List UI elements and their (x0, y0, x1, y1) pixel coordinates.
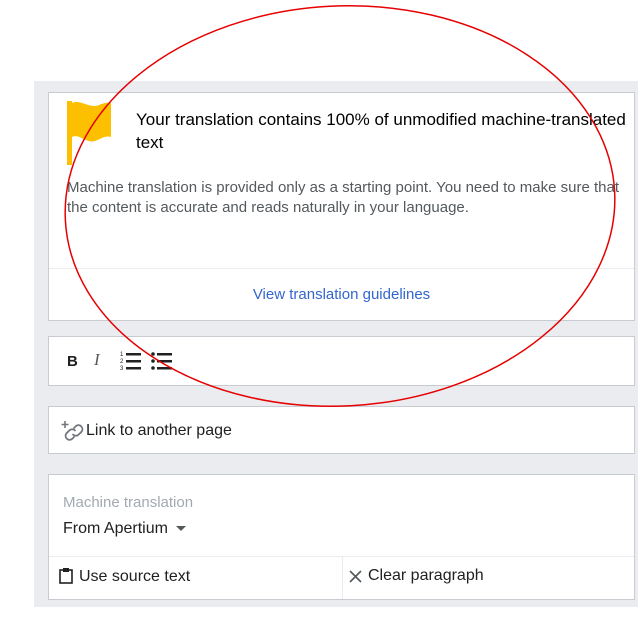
add-link-icon (61, 421, 84, 441)
view-guidelines-link[interactable]: View translation guidelines (49, 286, 634, 303)
use-source-text-button[interactable]: Use source text (59, 567, 190, 586)
mt-section-label: Machine translation (63, 494, 194, 511)
warning-body: Machine translation is provided only as … (67, 179, 620, 216)
clear-paragraph-label: Clear paragraph (368, 567, 484, 584)
chevron-down-icon (175, 526, 186, 532)
link-tool-card[interactable]: Link to another page (48, 406, 635, 454)
mt-vertical-divider (342, 556, 343, 599)
warning-divider (49, 268, 634, 269)
warning-title: Your translation contains 100% of unmodi… (136, 110, 626, 152)
flag-icon (67, 101, 111, 165)
clear-paragraph-button[interactable]: Clear paragraph (349, 567, 484, 585)
use-source-text-label: Use source text (79, 568, 191, 585)
formatting-toolbar: B I 1 2 3 (48, 336, 635, 386)
mt-provider-dropdown[interactable]: From Apertium (63, 520, 186, 538)
bold-icon[interactable]: B (67, 353, 78, 370)
numbered-list-icon[interactable]: 1 2 3 (120, 350, 142, 372)
mt-provider-label: From Apertium (63, 520, 168, 537)
clipboard-icon (59, 568, 73, 584)
svg-text:3: 3 (120, 366, 124, 372)
machine-translation-card: Machine translation From Apertium Use so… (48, 474, 635, 600)
close-icon (349, 570, 362, 583)
svg-text:2: 2 (120, 359, 124, 365)
link-to-page-label[interactable]: Link to another page (86, 422, 232, 440)
italic-icon[interactable]: I (94, 350, 100, 370)
mt-warning-card: Your translation contains 100% of unmodi… (48, 92, 635, 321)
bulleted-list-icon[interactable] (151, 350, 173, 372)
svg-text:1: 1 (120, 352, 124, 358)
